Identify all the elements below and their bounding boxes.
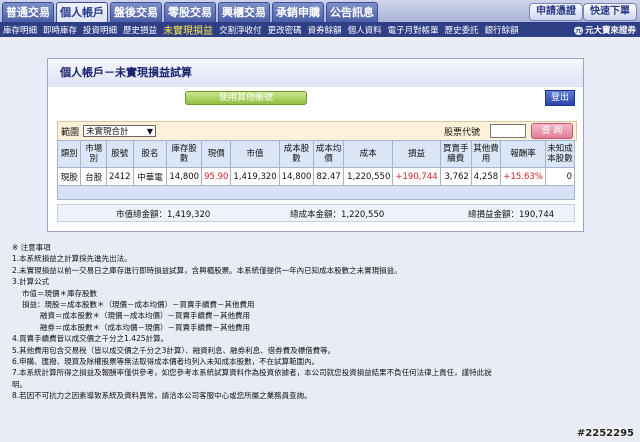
column-header: 其他費用	[470, 140, 502, 168]
switch-account-button[interactable]: 使用其他帳號	[185, 91, 307, 105]
range-select-value: 未實現合計	[86, 127, 129, 137]
table-cell: 0	[544, 167, 576, 186]
subnav-item-0[interactable]: 庫存明細	[0, 24, 40, 36]
top-tabs: 普通交易 個人帳戶 盤後交易 零股交易 興櫃交易 承銷申購 公告訊息	[2, 2, 378, 22]
tab-4[interactable]: 興櫃交易	[218, 2, 270, 22]
subnav-item-1[interactable]: 即時庫存	[40, 24, 80, 36]
note-line: 1.本系統損益之計算採先進先出法。	[12, 254, 132, 264]
note-line: 8.若因不可抗力之因素導致系統及資料異常，請洽本公司客服中心或您所屬之業務員查詢…	[12, 391, 312, 401]
logo-text: 元大寶來證券	[584, 26, 636, 36]
subnav-item-7[interactable]: 資券餘額	[305, 24, 345, 36]
page-title: 個人帳戶－未實現損益試算	[48, 59, 583, 87]
column-header: 成本	[342, 140, 394, 168]
note-line: 市值＝現價＊庫存股數	[22, 288, 97, 298]
tab-3[interactable]: 零股交易	[164, 2, 216, 22]
column-header: 市值	[230, 140, 280, 168]
column-header: 股號	[105, 140, 134, 168]
total-cost: 總成本金額：1,220,550	[290, 210, 385, 220]
subnav-item-6[interactable]: 更改密碼	[265, 24, 305, 36]
chevron-down-icon: ▼	[146, 127, 154, 136]
note-line: 6.申購、匯撥、現買及除權股票等無法取得成本價者均列入未知成本股數，不在試算範圍…	[12, 357, 320, 367]
table-cell: 1,220,550	[342, 167, 394, 186]
note-line: 融券＝成本股數＊（成本均價－現價）－買賣手續費－其他費用	[40, 322, 250, 332]
total-market-value: 市值總金額：1,419,320	[116, 210, 211, 220]
watermark-id: #2252295	[576, 428, 634, 439]
table-cell: 4,258	[470, 167, 502, 186]
note-line: 4.買賣手續費皆以成交價之千分之1.425計算。	[12, 334, 169, 344]
table-cell: 14,800	[278, 167, 315, 186]
table-cell: +190,744	[392, 167, 441, 186]
total-profit: 總損益金額：190,744	[468, 210, 555, 220]
tab-0[interactable]: 普通交易	[2, 2, 54, 22]
column-header: 市場別	[80, 140, 107, 168]
range-select[interactable]: 未實現合計 ▼	[83, 125, 157, 137]
holdings-table: 類別 市場別 股號 股名 庫存股數 現價 市值 成本股數 成本均價 成本 損益 買賣手續費 其他費用 報酬…	[56, 140, 576, 186]
note-line: 5.其他費用包含交易稅（皆以成交價之千分之3計算）、融資利息、融券利息、借券費及…	[12, 345, 336, 355]
table-cell: 中華電	[132, 167, 168, 186]
note-line: ※ 注意事項	[12, 243, 51, 252]
note-line: 7.本系統計算所得之損益及報酬率僅供參考，如您參考本系統試算資料作為投資依據者，…	[12, 368, 492, 378]
column-header: 報酬率	[500, 140, 546, 168]
table-cell: +15.63%	[500, 167, 546, 186]
column-header: 類別	[56, 140, 82, 168]
note-line: 2.未實現損益以前一交易日之庫存進行即時損益試算，含興櫃股票。本系統僅提供一年內…	[12, 265, 402, 275]
company-logo: 元 元大寶來證券	[573, 24, 636, 36]
filter-bar: 範圍 未實現合計 ▼ 股票代號 查 詢	[57, 121, 577, 141]
logout-button[interactable]: 登出	[545, 90, 575, 106]
subnav-item-4[interactable]: 未實現損益	[160, 22, 216, 37]
column-header: 股名	[132, 140, 168, 168]
table-cell: 82.47	[313, 167, 344, 186]
table-row[interactable]: 現股 台股 2412 中華電 14,800 95.90 1,419,320 14,800 82.…	[56, 167, 576, 186]
note-line: 3.計算公式	[12, 277, 50, 287]
top-navigation-bar: 普通交易 個人帳戶 盤後交易 零股交易 興櫃交易 承銷申購 公告訊息 申請憑證 快速下單	[0, 0, 640, 22]
note-line: 融資＝成本股數＊（現價－成本均價）－買賣手續費－其他費用	[40, 311, 250, 321]
table-cell: 2412	[105, 167, 134, 186]
column-header: 買賣手續費	[439, 140, 472, 168]
table-cell: 14,800	[166, 167, 203, 186]
tab-6[interactable]: 公告訊息	[326, 2, 378, 22]
quick-order-button[interactable]: 快速下單	[583, 3, 637, 21]
query-button[interactable]: 查 詢	[531, 123, 573, 139]
note-line: 明。	[12, 379, 27, 389]
sub-navigation-bar: 庫存明細 即時庫存 投資明細 歷史損益 未實現損益 交割淨收付 更改密碼 資券餘額 個人資料 電子…	[0, 22, 640, 37]
table-blank-row	[57, 185, 575, 200]
range-label: 範圍	[61, 127, 80, 138]
tab-2[interactable]: 盤後交易	[110, 2, 162, 22]
table-cell: 3,762	[439, 167, 472, 186]
logo-icon: 元	[573, 25, 583, 35]
column-header: 未知成本股數	[544, 140, 576, 168]
notes-section: ※ 注意事項 1.本系統損益之計算採先進先出法。 2.未實現損益以前一交易日之庫存進…	[12, 242, 612, 402]
apply-certificate-button[interactable]: 申請憑證	[529, 3, 583, 21]
tab-1[interactable]: 個人帳戶	[56, 2, 108, 22]
subnav-item-3[interactable]: 歷史損益	[120, 24, 160, 36]
subnav-item-11[interactable]: 銀行餘額	[482, 24, 522, 36]
subnav-item-5[interactable]: 交割淨收付	[216, 24, 265, 36]
table-cell: 95.90	[201, 167, 232, 186]
stock-code-label: 股票代號	[444, 128, 481, 138]
column-header: 庫存股數	[166, 140, 203, 168]
subnav-item-2[interactable]: 投資明細	[80, 24, 120, 36]
column-header: 現價	[201, 140, 232, 168]
stock-code-input[interactable]	[490, 124, 526, 138]
note-line: 損益：現股＝成本股數＊（現價－成本均價）－買賣手續費－其他費用	[22, 300, 255, 310]
table-cell: 現股	[56, 167, 82, 186]
unrealized-profit-panel: 個人帳戶－未實現損益試算 使用其他帳號 登出 範圍 未實現合計 ▼ 股票代號 查…	[47, 58, 584, 232]
tab-5[interactable]: 承銷申購	[272, 2, 324, 22]
column-header: 成本均價	[313, 140, 344, 168]
table-cell: 台股	[80, 167, 107, 186]
subnav-item-9[interactable]: 電子月對帳單	[385, 24, 442, 36]
subnav-item-8[interactable]: 個人資料	[345, 24, 385, 36]
table-header-row: 類別 市場別 股號 股名 庫存股數 現價 市值 成本股數 成本均價 成本 損益 買賣手續費 其他費用 報酬…	[56, 140, 576, 168]
column-header: 成本股數	[278, 140, 315, 168]
totals-bar: 市值總金額：1,419,320 總成本金額：1,220,550 總損益金額：19…	[57, 204, 575, 222]
column-header: 損益	[392, 140, 441, 168]
subnav-item-10[interactable]: 歷史委託	[442, 24, 482, 36]
table-cell: 1,419,320	[230, 167, 280, 186]
